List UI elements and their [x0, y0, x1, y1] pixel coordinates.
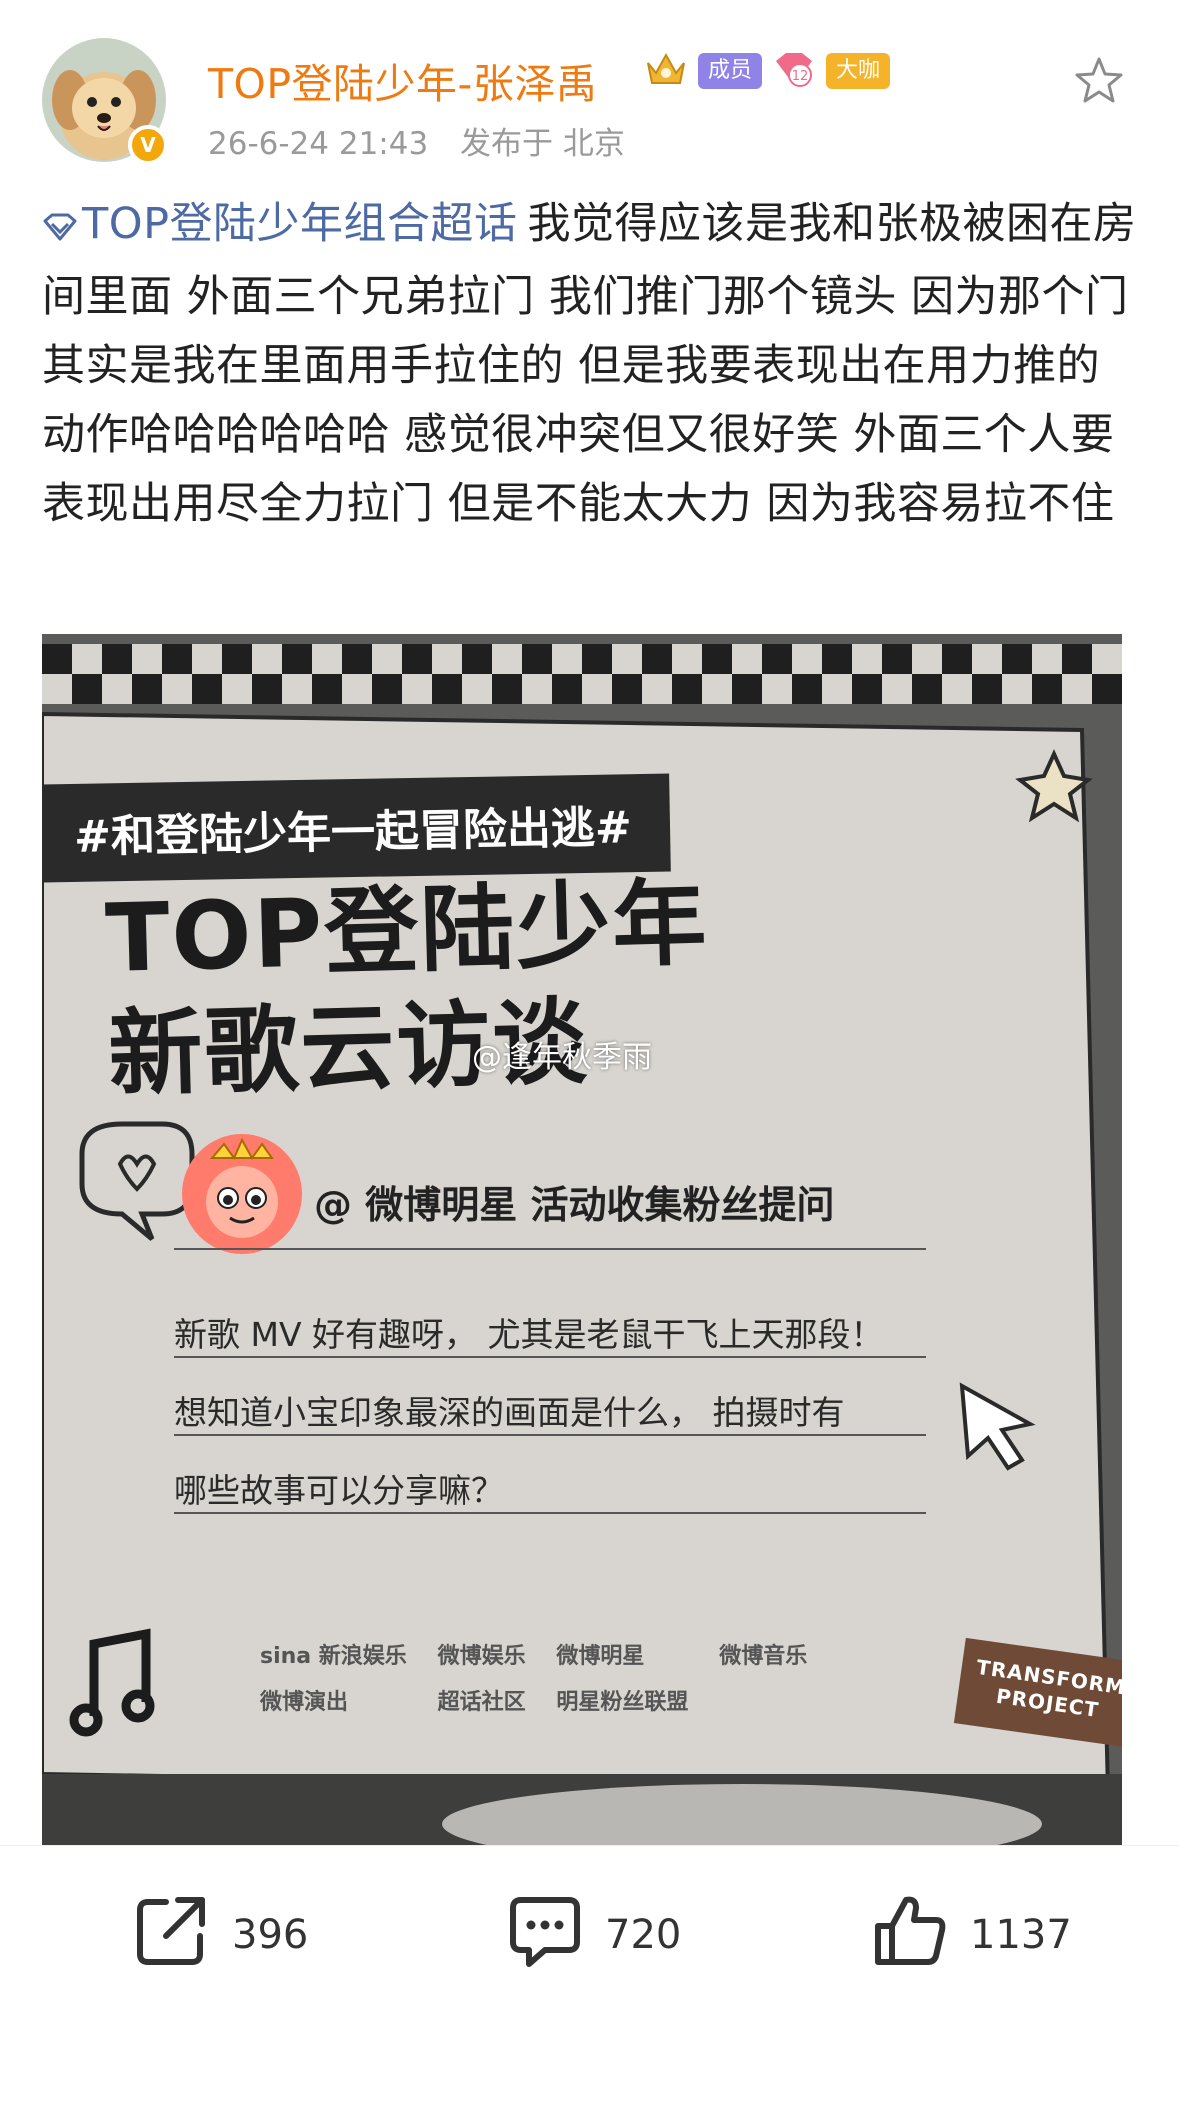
super-topic-label[interactable]: TOP登陆少年组合超话: [82, 199, 518, 249]
checker-square: [342, 644, 372, 674]
checker-square: [852, 674, 882, 704]
poster-rule: [174, 1434, 926, 1436]
checker-square: [402, 644, 432, 674]
checker-square: [132, 674, 162, 704]
action-bar: 396 720 1137: [0, 1880, 1179, 1990]
checker-square: [1062, 644, 1092, 674]
checker-square: [42, 644, 72, 674]
username[interactable]: TOP登陆少年-张泽禹: [208, 50, 597, 110]
checker-square: [312, 674, 342, 704]
share-button[interactable]: 396: [132, 1880, 308, 1990]
checker-square: [462, 644, 492, 674]
verified-badge: V: [128, 125, 168, 165]
logo-sina-ent: sina 新浪娱乐: [260, 1644, 407, 1669]
logo-weibo-music: 微博音乐: [719, 1644, 808, 1669]
image-watermark: @逢年秋季雨: [472, 1040, 652, 1075]
share-count: 396: [232, 1912, 309, 1958]
poster-mention: @ 微博明星 活动收集粉丝提问: [314, 1183, 835, 1227]
checker-square: [432, 674, 462, 704]
comment-button[interactable]: 720: [505, 1880, 681, 1990]
comment-count: 720: [605, 1912, 682, 1958]
super-topic-icon: [42, 194, 78, 263]
sponsor-logos: sina 新浪娱乐 微博娱乐 微博明星 微博音乐 微博演出 超话社区 明星粉丝联…: [260, 1638, 820, 1716]
svg-text:12: 12: [792, 69, 809, 84]
poster-question-line1: 新歌 MV 好有趣呀， 尤其是老鼠干飞上天那段！: [174, 1315, 884, 1354]
post-meta: 26-6-24 21:43 发布于 北京: [208, 118, 625, 163]
checker-square: [732, 674, 762, 704]
post-image[interactable]: #和登陆少年一起冒险出逃# TOP登陆少年 新歌云访谈 @逢年秋季雨 @ 微博明…: [42, 634, 1122, 1846]
like-button[interactable]: 1137: [870, 1880, 1072, 1990]
crown-icon: [644, 49, 688, 93]
checker-square: [102, 644, 132, 674]
checker-square: [942, 644, 972, 674]
checker-square: [1092, 674, 1122, 704]
checker-square: [282, 644, 312, 674]
logo-weibo-ent: 微博娱乐: [437, 1644, 526, 1669]
logo-fan-league: 明星粉丝联盟: [556, 1690, 689, 1715]
logo-super-topic: 超话社区: [437, 1690, 526, 1715]
checker-square: [882, 644, 912, 674]
member-badge: 成员: [698, 53, 763, 89]
share-icon: [132, 1890, 212, 1980]
action-bar-divider: [0, 1845, 1179, 1846]
super-topic-link[interactable]: TOP登陆少年组合超话: [42, 199, 518, 249]
checker-square: [822, 644, 852, 674]
checker-square: [522, 644, 552, 674]
mascot-avatar: [182, 1134, 302, 1254]
checker-square: [702, 644, 732, 674]
checker-square: [612, 674, 642, 704]
checker-square: [252, 674, 282, 704]
level-badge: 12: [772, 49, 816, 93]
checker-square: [372, 674, 402, 704]
checker-square: [582, 644, 612, 674]
like-count: 1137: [970, 1912, 1072, 1958]
poster-hashtag: #和登陆少年一起冒险出逃#: [42, 773, 671, 883]
checker-square: [762, 644, 792, 674]
poster-title-line1: TOP登陆少年: [104, 869, 710, 994]
poster-question-line2: 想知道小宝印象最深的画面是什么， 拍摄时有: [174, 1393, 845, 1432]
poster-rule: [174, 1512, 926, 1514]
poster-rule: [174, 1248, 926, 1250]
checker-square: [1032, 674, 1062, 704]
post-body: TOP登陆少年组合超话 我觉得应该是我和张极被困在房间里面 外面三个兄弟拉门 我们…: [42, 190, 1142, 539]
post-date: 26-6-24 21:43: [208, 126, 429, 162]
poster-title: TOP登陆少年 新歌云访谈: [104, 866, 713, 1114]
checker-square: [792, 674, 822, 704]
checker-square: [72, 674, 102, 704]
logo-weibo-show: 微博演出: [260, 1690, 349, 1715]
comment-icon: [505, 1890, 585, 1980]
checker-square: [1002, 644, 1032, 674]
checker-square: [192, 674, 222, 704]
checker-square: [972, 674, 1002, 704]
checker-square: [672, 674, 702, 704]
checker-square: [222, 644, 252, 674]
star-outline-icon[interactable]: [1072, 54, 1126, 108]
poster-question-line3: 哪些故事可以分享嘛？: [174, 1471, 504, 1510]
checker-square: [912, 674, 942, 704]
poster-rule: [174, 1356, 926, 1358]
vip-badge: 大咖: [826, 53, 891, 89]
checker-square: [492, 674, 522, 704]
checker-square: [162, 644, 192, 674]
post-location: 发布于 北京: [460, 126, 625, 162]
logo-weibo-star: 微博明星: [556, 1644, 645, 1669]
checker-square: [552, 674, 582, 704]
like-icon: [870, 1890, 950, 1980]
checker-square: [642, 644, 672, 674]
user-badges[interactable]: 成员 12 大咖: [644, 48, 891, 94]
